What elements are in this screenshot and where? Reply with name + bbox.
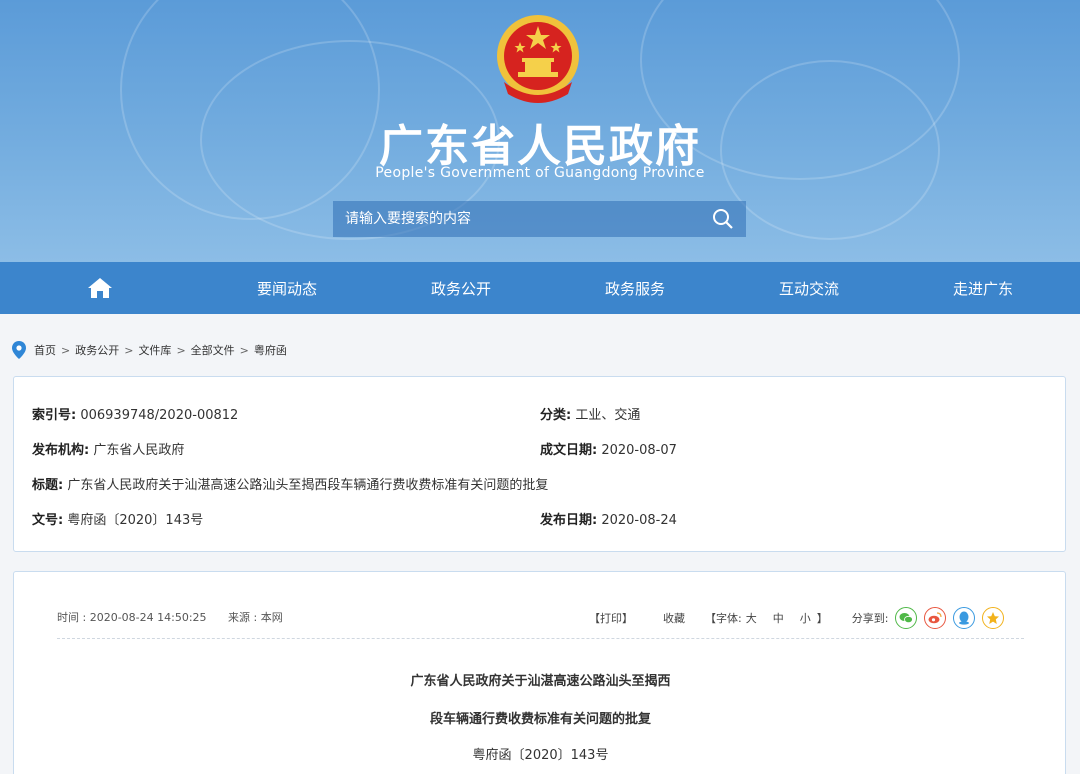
info-title-label: 标题:	[32, 478, 64, 493]
article-source: 来源 : 本网	[228, 611, 283, 624]
qq-icon	[959, 611, 970, 625]
nav-home[interactable]	[0, 262, 200, 314]
main-nav: 要闻动态 政务公开 政务服务 互动交流 走进广东	[0, 262, 1080, 314]
info-issuer-value: 广东省人民政府	[93, 443, 185, 458]
qzone-share-button[interactable]	[982, 607, 1005, 629]
weibo-share-button[interactable]	[924, 607, 947, 629]
search-button[interactable]	[700, 201, 746, 237]
site-header: 广东省人民政府 People's Government of Guangdong…	[0, 0, 1080, 262]
info-issuer: 发布机构: 广东省人民政府	[32, 439, 184, 458]
breadcrumb: 首页 > 政务公开 > 文件库 > 全部文件 > 粤府函	[12, 340, 287, 360]
nav-item-about-guangdong[interactable]: 走进广东	[896, 262, 1070, 314]
font-size-medium[interactable]: 中	[773, 610, 784, 626]
info-issuer-label: 发布机构:	[32, 443, 90, 458]
info-category-label: 分类:	[540, 408, 572, 423]
breadcrumb-public-affairs[interactable]: 政务公开	[75, 342, 119, 358]
article-time: 时间 : 2020-08-24 14:50:25	[57, 611, 207, 624]
site-subtitle: People's Government of Guangdong Provinc…	[375, 165, 705, 181]
info-title: 标题: 广东省人民政府关于汕湛高速公路汕头至揭西段车辆通行费收费标准有关问题的批…	[32, 474, 548, 493]
article-doc-number: 粤府函〔2020〕143号	[472, 748, 609, 763]
info-published-date: 发布日期: 2020-08-24	[540, 509, 677, 528]
info-category-value: 工业、交通	[575, 408, 641, 423]
print-button[interactable]: 【打印】	[589, 610, 633, 626]
national-emblem-icon	[497, 15, 579, 103]
qq-share-button[interactable]	[953, 607, 976, 629]
search-input[interactable]	[333, 201, 700, 237]
article-title-line-2: 段车辆通行费收费标准有关问题的批复	[429, 712, 651, 727]
share-label: 分享到:	[851, 612, 889, 625]
info-title-value: 广东省人民政府关于汕湛高速公路汕头至揭西段车辆通行费收费标准有关问题的批复	[67, 478, 549, 493]
wechat-icon	[899, 613, 914, 624]
info-written-label: 成文日期:	[540, 443, 598, 458]
breadcrumb-current[interactable]: 粤府函	[254, 342, 287, 358]
font-size-open: 【字体:	[705, 612, 742, 625]
favorite-button[interactable]: 收藏	[663, 610, 685, 626]
home-icon	[88, 278, 112, 298]
info-published-value: 2020-08-24	[601, 513, 677, 528]
info-index: 索引号: 006939748/2020-00812	[32, 404, 238, 423]
breadcrumb-home[interactable]: 首页	[34, 342, 56, 358]
info-index-label: 索引号:	[32, 408, 77, 423]
article-meta: 时间 : 2020-08-24 14:50:25 来源 : 本网	[57, 609, 301, 625]
article-title-line-1: 广东省人民政府关于汕湛高速公路汕头至揭西	[410, 674, 671, 689]
breadcrumb-file-library[interactable]: 文件库	[138, 342, 171, 358]
info-doc-number: 文号: 粤府函〔2020〕143号	[32, 509, 203, 528]
document-info-panel: 索引号: 006939748/2020-00812 分类: 工业、交通 发布机构…	[13, 376, 1066, 552]
breadcrumb-separator: >	[124, 343, 134, 357]
info-docno-value: 粤府函〔2020〕143号	[67, 513, 204, 528]
nav-item-news[interactable]: 要闻动态	[200, 262, 374, 314]
font-size-close: 】	[816, 612, 828, 625]
breadcrumb-separator: >	[239, 343, 249, 357]
nav-item-public-affairs[interactable]: 政务公开	[374, 262, 548, 314]
weibo-icon	[928, 612, 943, 624]
info-index-value: 006939748/2020-00812	[80, 408, 239, 423]
wechat-share-button[interactable]	[895, 607, 918, 629]
info-written-date: 成文日期: 2020-08-07	[540, 439, 677, 458]
qzone-icon	[987, 612, 1000, 624]
search-icon	[713, 209, 733, 229]
info-published-label: 发布日期:	[540, 513, 598, 528]
search-bar	[333, 201, 746, 237]
breadcrumb-separator: >	[176, 343, 186, 357]
info-written-value: 2020-08-07	[601, 443, 677, 458]
location-pin-icon	[12, 341, 26, 359]
info-category: 分类: 工业、交通	[540, 404, 640, 423]
breadcrumb-all-files[interactable]: 全部文件	[191, 342, 235, 358]
nav-item-services[interactable]: 政务服务	[548, 262, 722, 314]
info-docno-label: 文号:	[32, 513, 64, 528]
breadcrumb-separator: >	[61, 343, 71, 357]
nav-item-interaction[interactable]: 互动交流	[722, 262, 896, 314]
article-toolbar: 【打印】 收藏 【字体: 大 中 小 】 分享到:	[589, 607, 1005, 629]
article-divider	[57, 638, 1024, 639]
font-size-small[interactable]: 小	[800, 610, 811, 626]
article-panel: 时间 : 2020-08-24 14:50:25 来源 : 本网 【打印】 收藏…	[13, 571, 1066, 774]
font-size-large[interactable]: 大	[746, 610, 757, 626]
